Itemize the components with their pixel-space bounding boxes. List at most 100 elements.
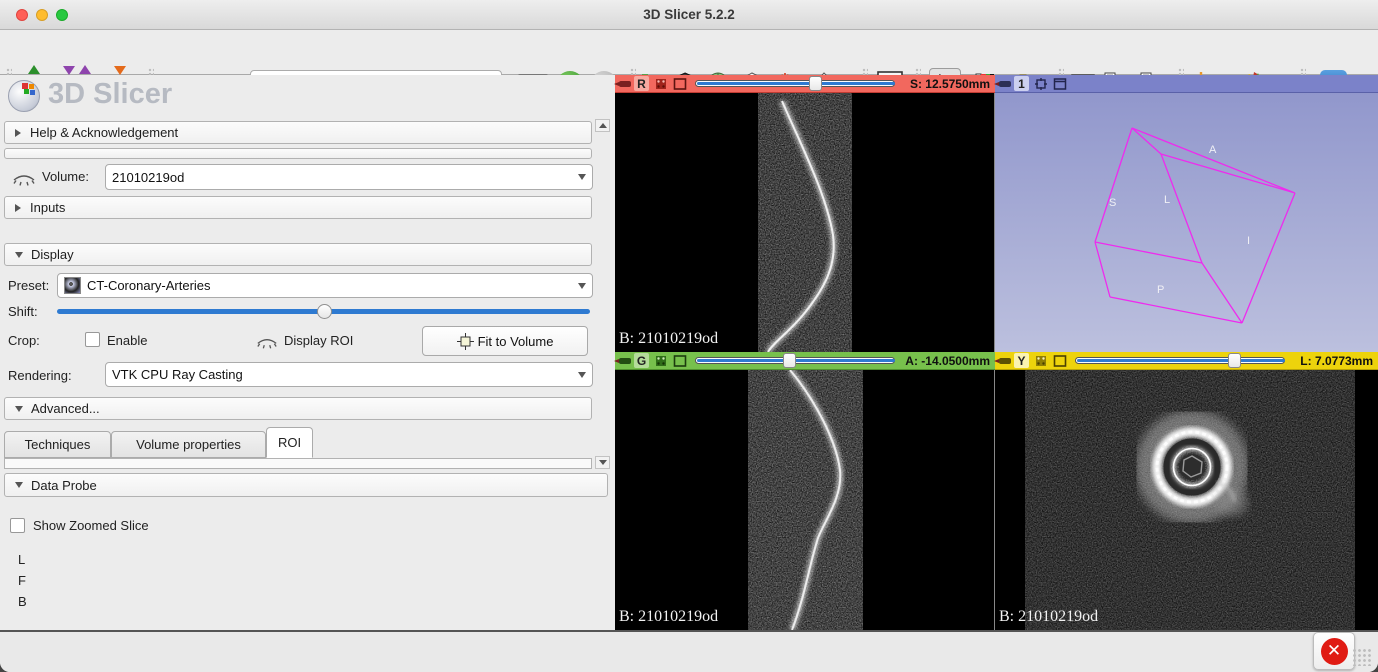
data-probe-section[interactable]: Data Probe [4, 473, 608, 497]
preset-combo[interactable]: CT-Coronary-Arteries [57, 273, 593, 298]
pin-icon[interactable] [999, 358, 1011, 364]
eye-icon[interactable] [12, 170, 36, 186]
slicer-logo [8, 80, 40, 112]
slice-visibility-icon[interactable] [654, 355, 668, 367]
threed-viewport[interactable]: A S L I P [995, 93, 1378, 352]
eye-icon[interactable] [256, 334, 278, 349]
tab-volume-properties-label: Volume properties [136, 437, 241, 452]
app-title: 3D Slicer [48, 78, 172, 111]
display-section-label: Display [31, 247, 74, 262]
view-menu-icon[interactable] [1053, 78, 1067, 90]
fit-to-volume-icon [457, 333, 474, 350]
yellow-slider-handle[interactable] [1228, 353, 1241, 368]
down-triangle-icon [599, 460, 607, 465]
yellow-slice-controller: Y L: 7.0773mm [995, 352, 1378, 370]
green-slice-viewport[interactable]: B: 21010219od [615, 370, 995, 630]
expanded-triangle-icon [15, 406, 23, 412]
volume-combo-value: 21010219od [112, 170, 184, 185]
slice-menu-icon[interactable] [673, 78, 687, 90]
close-x-icon: ✕ [1321, 638, 1348, 665]
axis-label-p: P [1157, 284, 1164, 296]
pin-icon[interactable] [619, 358, 631, 364]
tab-content-strip [4, 458, 592, 469]
red-slice-offset-slider[interactable] [695, 80, 895, 87]
inputs-section[interactable]: Inputs [4, 196, 592, 219]
shift-slider[interactable] [57, 303, 590, 319]
yellow-slice-offset-slider[interactable] [1075, 357, 1285, 364]
window-title: 3D Slicer 5.2.2 [0, 7, 1378, 22]
module-panel: 3D Slicer Help & Acknowledgement Volume:… [0, 75, 615, 630]
axis-label-s: S [1109, 197, 1116, 209]
display-roi-label[interactable]: Display ROI [284, 333, 353, 348]
bottom-strip [0, 630, 1378, 672]
scrollbar-up-button[interactable] [595, 119, 610, 132]
tab-volume-properties[interactable]: Volume properties [111, 431, 266, 458]
red-slice-viewport[interactable]: B: 21010219od [615, 93, 995, 352]
scrollbar-down-button[interactable] [595, 456, 610, 469]
volume-selector-combo[interactable]: 21010219od [105, 164, 593, 190]
center-view-icon[interactable] [1034, 78, 1048, 90]
red-slice-letter-badge: R [634, 76, 649, 91]
up-triangle-icon [599, 123, 607, 128]
tab-roi-label: ROI [278, 435, 301, 450]
tab-techniques-label: Techniques [25, 437, 91, 452]
red-slice-volume-label: B: 21010219od [619, 330, 718, 348]
display-section[interactable]: Display [4, 243, 592, 266]
chevron-down-icon [578, 372, 586, 378]
show-zoomed-slice-label: Show Zoomed Slice [33, 518, 149, 533]
preset-combo-value: CT-Coronary-Arteries [87, 278, 211, 293]
green-slice-controller: G A: -14.0500mm [615, 352, 995, 370]
crop-label: Crop: [8, 333, 40, 348]
pin-icon[interactable] [619, 81, 631, 87]
tab-techniques[interactable]: Techniques [4, 431, 111, 458]
advanced-section[interactable]: Advanced... [4, 397, 592, 420]
preset-label: Preset: [8, 278, 49, 293]
crop-enable-checkbox[interactable] [85, 332, 100, 347]
collapsed-triangle-icon [15, 129, 21, 137]
inputs-section-label: Inputs [30, 200, 65, 215]
data-probe-row-b: B [18, 594, 27, 609]
pin-icon[interactable] [999, 81, 1011, 87]
yellow-slice-volume-label: B: 21010219od [999, 608, 1098, 626]
logo-cubes [22, 83, 36, 95]
optic-nerve-structure [1146, 421, 1248, 516]
yellow-slice-viewport[interactable]: B: 21010219od [995, 370, 1378, 630]
up-arrow-icon [79, 65, 91, 74]
app-window: 3D Slicer 5.2.2 DATA DCM SAVE Modules: [0, 0, 1378, 672]
slice-visibility-icon[interactable] [1034, 355, 1048, 367]
axis-label-i: I [1247, 235, 1250, 247]
collapsed-triangle-icon [15, 204, 21, 212]
red-slider-handle[interactable] [809, 76, 822, 91]
volume-label: Volume: [42, 169, 89, 184]
preset-thumbnail-icon [64, 277, 81, 294]
axis-label-a: A [1209, 144, 1217, 156]
show-zoomed-slice-checkbox[interactable] [10, 518, 25, 533]
slice-visibility-icon[interactable] [654, 78, 668, 90]
expanded-triangle-icon [15, 482, 23, 488]
slice-menu-icon[interactable] [673, 355, 687, 367]
rendering-combo-value: VTK CPU Ray Casting [112, 367, 243, 382]
green-slice-offset-slider[interactable] [695, 357, 895, 364]
green-slice-volume-label: B: 21010219od [619, 608, 718, 626]
main-toolbar: DATA DCM SAVE Modules: Volume Rendering [0, 30, 1378, 75]
shift-slider-handle[interactable] [317, 304, 332, 319]
rendering-combo[interactable]: VTK CPU Ray Casting [105, 362, 593, 387]
data-probe-label: Data Probe [31, 478, 97, 493]
window-resize-grip[interactable] [1352, 648, 1372, 666]
crop-enable-label: Enable [107, 333, 147, 348]
shift-label: Shift: [8, 304, 38, 319]
red-slice-offset-value: S: 12.5750mm [910, 77, 990, 91]
chevron-down-icon [578, 283, 586, 289]
help-acknowledgement-section[interactable]: Help & Acknowledgement [4, 121, 592, 144]
fit-to-volume-button[interactable]: Fit to Volume [422, 326, 588, 356]
title-bar: 3D Slicer 5.2.2 [0, 0, 1378, 30]
down-arrow-icon [63, 66, 75, 75]
slice-menu-icon[interactable] [1053, 355, 1067, 367]
fit-to-volume-label: Fit to Volume [478, 334, 554, 349]
green-slider-handle[interactable] [783, 353, 796, 368]
tab-roi[interactable]: ROI [266, 427, 313, 458]
green-slice-letter-badge: G [634, 353, 649, 368]
error-log-close-button[interactable]: ✕ [1313, 632, 1355, 670]
threed-view-controller: 1 [995, 75, 1378, 93]
chevron-down-icon [578, 174, 586, 180]
